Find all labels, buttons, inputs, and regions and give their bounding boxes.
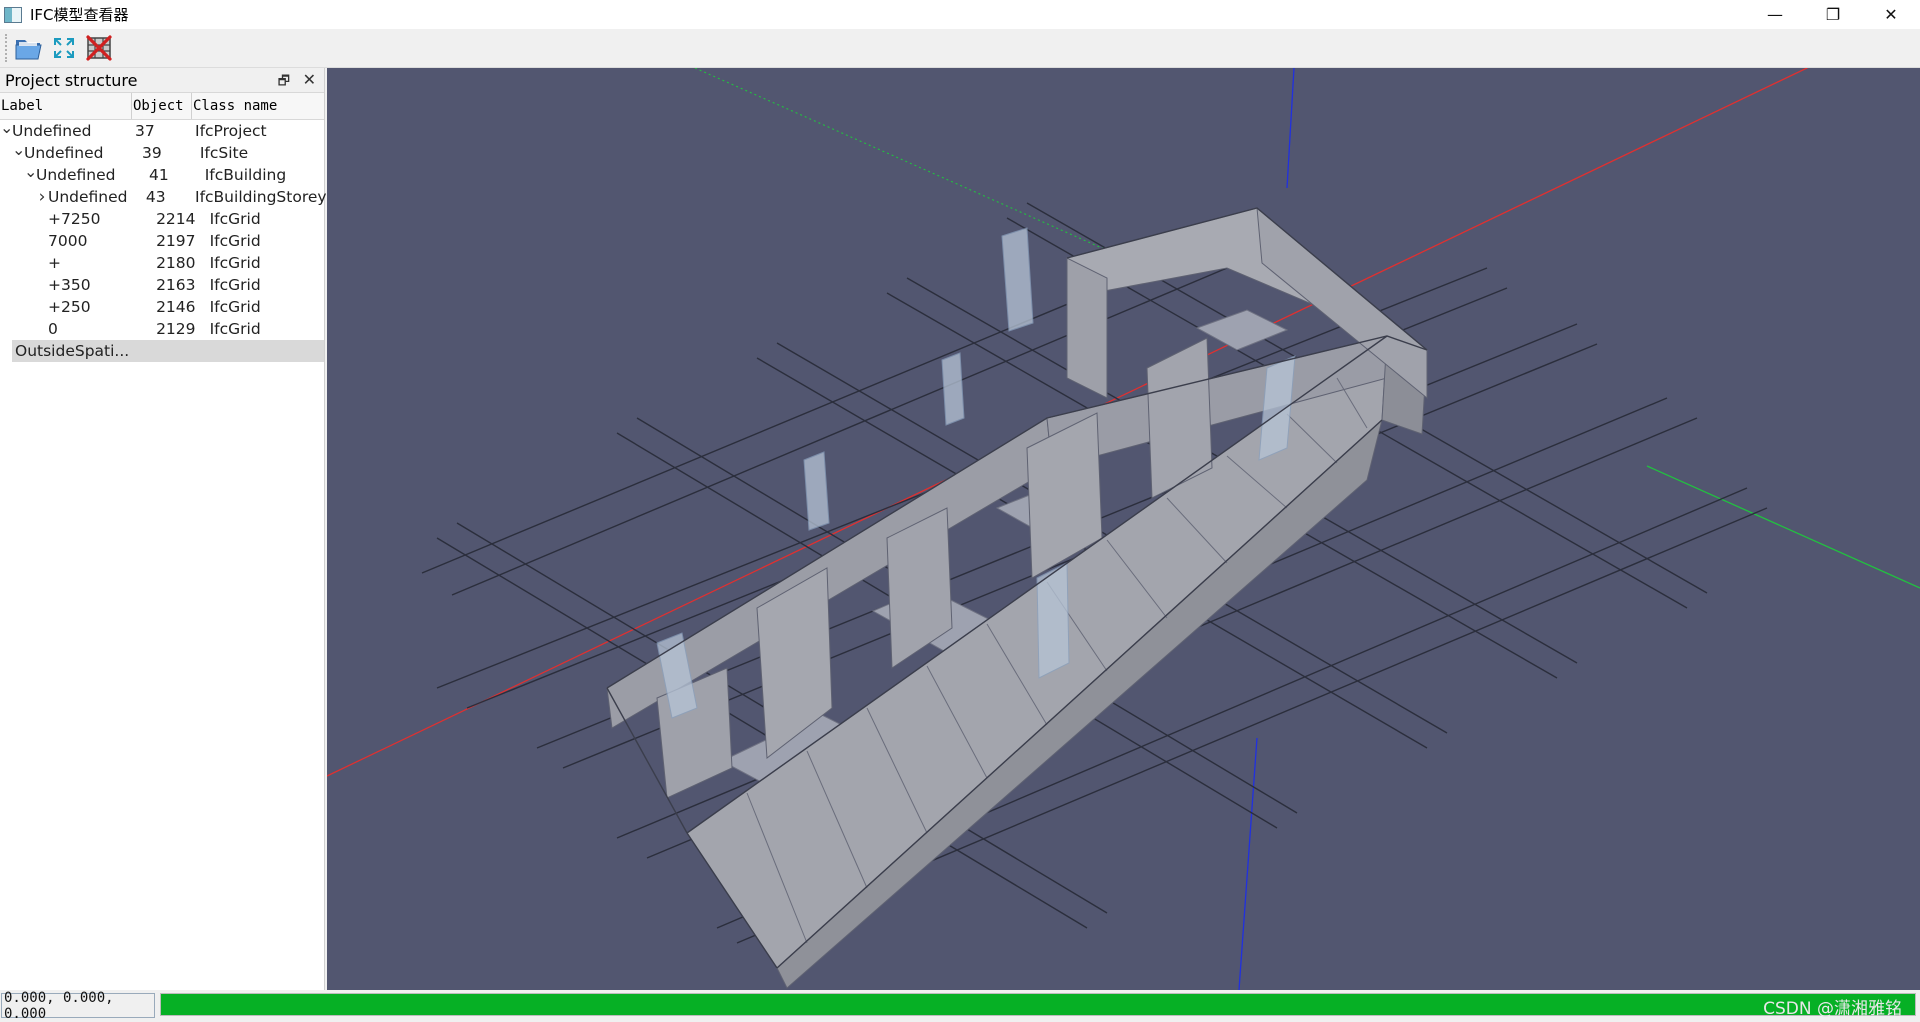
tree-cell-label: › Undefined [0,187,143,207]
tree-cell-label: ⌄ Undefined [0,144,139,163]
tree-cell-object: 2146 [156,298,196,316]
window-title: IFC模型查看器 [30,6,129,24]
tree-label-text: Undefined [12,122,92,140]
tree-cell-object: 37 [135,122,155,140]
tree-cell-label: +350 [0,276,153,294]
coordinate-readout: 0.000, 0.000, 0.000 [1,990,155,1022]
tree-label-text: Undefined [48,188,128,206]
maximize-button[interactable]: ❐ [1804,0,1862,29]
tree-cell-object: 39 [142,144,162,162]
chevron-down-icon[interactable]: ⌄ [24,166,37,181]
tree-cell-class-name: IfcSite [199,144,249,162]
status-bar: 0.000, 0.000, 0.000 CSDN @潇湘雅铭 [0,990,1920,1022]
y-axis-line [1646,465,1920,589]
clear-model-button[interactable] [83,32,115,64]
tree-cell-label: + [0,254,153,272]
tree-row[interactable]: ⌄ Undefined 37 IfcProject [0,120,324,142]
tree-label-text: +7250 [48,210,101,228]
tree-row[interactable]: +2180 IfcGrid [0,252,324,274]
chevron-down-icon[interactable]: ⌄ [12,144,25,159]
title-bar: IFC模型查看器 — ❐ ✕ [0,0,1920,29]
tree-cell-object: 43 [145,188,166,206]
toolbar [0,29,1920,68]
tree-row[interactable]: ⌄ Undefined 39 IfcSite [0,142,324,164]
minimize-button[interactable]: — [1746,0,1804,29]
tree-cell-label: ⌄ Undefined [0,122,132,141]
tree-row[interactable]: +350 2163 IfcGrid [0,274,324,296]
tree-cell-label: ⌄ Undefined [0,166,146,185]
fit-view-icon [54,38,74,58]
tree-row[interactable]: +7250 2214 IfcGrid [0,208,324,230]
tree-cell-object: 41 [149,166,169,184]
tree-cell-label: 7000 [0,232,153,250]
z-axis-lower-line [1238,737,1258,990]
tree-row[interactable]: ⌄ Undefined 41 IfcBuilding [0,164,324,186]
tree-cell-label: +7250 [0,210,153,228]
window-controls: — ❐ ✕ [1746,0,1920,29]
tree-cell-class-name: IfcGrid [209,276,261,294]
tree-body: ⌄ Undefined 37 IfcProject ⌄ Undefined 39 IfcSit… [0,120,327,362]
chevron-right-icon[interactable]: › [36,187,48,207]
tree-cell-object: 2129 [156,320,196,338]
float-panel-icon[interactable]: 🗗 [278,72,290,94]
3d-viewport[interactable] [327,68,1920,990]
open-folder-icon [15,40,42,60]
tree-label-text: + [48,254,61,272]
tree-cell-object: 2163 [156,276,196,294]
tree-row[interactable]: › Undefined 43 IfcBuildingStorey [0,186,327,208]
tree-cell-class-name: IfcGrid [209,232,261,250]
model-scene [327,68,1920,990]
z-axis-line [1286,68,1295,189]
clear-model-icon [86,35,112,61]
tree-row-selected[interactable]: OutsideSpati... [12,340,324,362]
tree-cell-label: 0 [0,320,153,338]
toolbar-grip[interactable] [5,34,10,62]
tree-label-text: 0 [48,320,58,338]
column-header-object[interactable]: Object [132,93,192,119]
tree-label-text: OutsideSpati... [15,342,130,360]
close-button[interactable]: ✕ [1862,0,1920,29]
tree-cell-class-name: IfcGrid [209,254,261,272]
tree-row[interactable]: 7000 2197 IfcGrid [0,230,324,252]
panel-header: Project structure 🗗 ✕ [0,68,324,92]
tree-label-text: +350 [48,276,91,294]
tree-label-text: 7000 [48,232,88,250]
tree-cell-object: 2180 [156,254,196,272]
chevron-down-icon[interactable]: ⌄ [0,122,13,137]
tree-cell-class-name: IfcGrid [209,210,261,228]
tree-cell-class-name: IfcProject [195,122,267,140]
tree-cell-object: 2214 [156,210,196,228]
panel-title: Project structure [5,70,138,90]
tree-label-text: Undefined [36,166,116,184]
tree-row[interactable]: +250 2146 IfcGrid [0,296,324,318]
watermark-text: CSDN @潇湘雅铭 [1763,999,1902,1019]
project-structure-panel: Project structure 🗗 ✕ Label Object Class… [0,68,327,990]
column-header-class-name[interactable]: Class name [192,93,324,119]
tree-label-text: Undefined [24,144,104,162]
column-header-label[interactable]: Label [0,93,132,119]
tree-cell-class-name: IfcGrid [209,298,261,316]
progress-fill [161,994,1915,1015]
tree-row[interactable]: 0 2129 IfcGrid [0,318,324,340]
tree-cell-label: +250 [0,298,153,316]
tree-label-text: +250 [48,298,91,316]
tree-header: Label Object Class name [0,92,324,120]
open-file-button[interactable] [13,32,45,64]
close-panel-icon[interactable]: ✕ [303,70,316,89]
progress-bar [160,993,1916,1016]
tree-cell-class-name: IfcBuildingStorey [195,188,327,206]
y-axis-dotted [694,68,1148,269]
app-icon [4,6,22,23]
tree-cell-class-name: IfcGrid [209,320,261,338]
tree-cell-class-name: IfcBuilding [204,166,287,184]
fit-view-button[interactable] [48,32,80,64]
tree-cell-object: 2197 [156,232,196,250]
